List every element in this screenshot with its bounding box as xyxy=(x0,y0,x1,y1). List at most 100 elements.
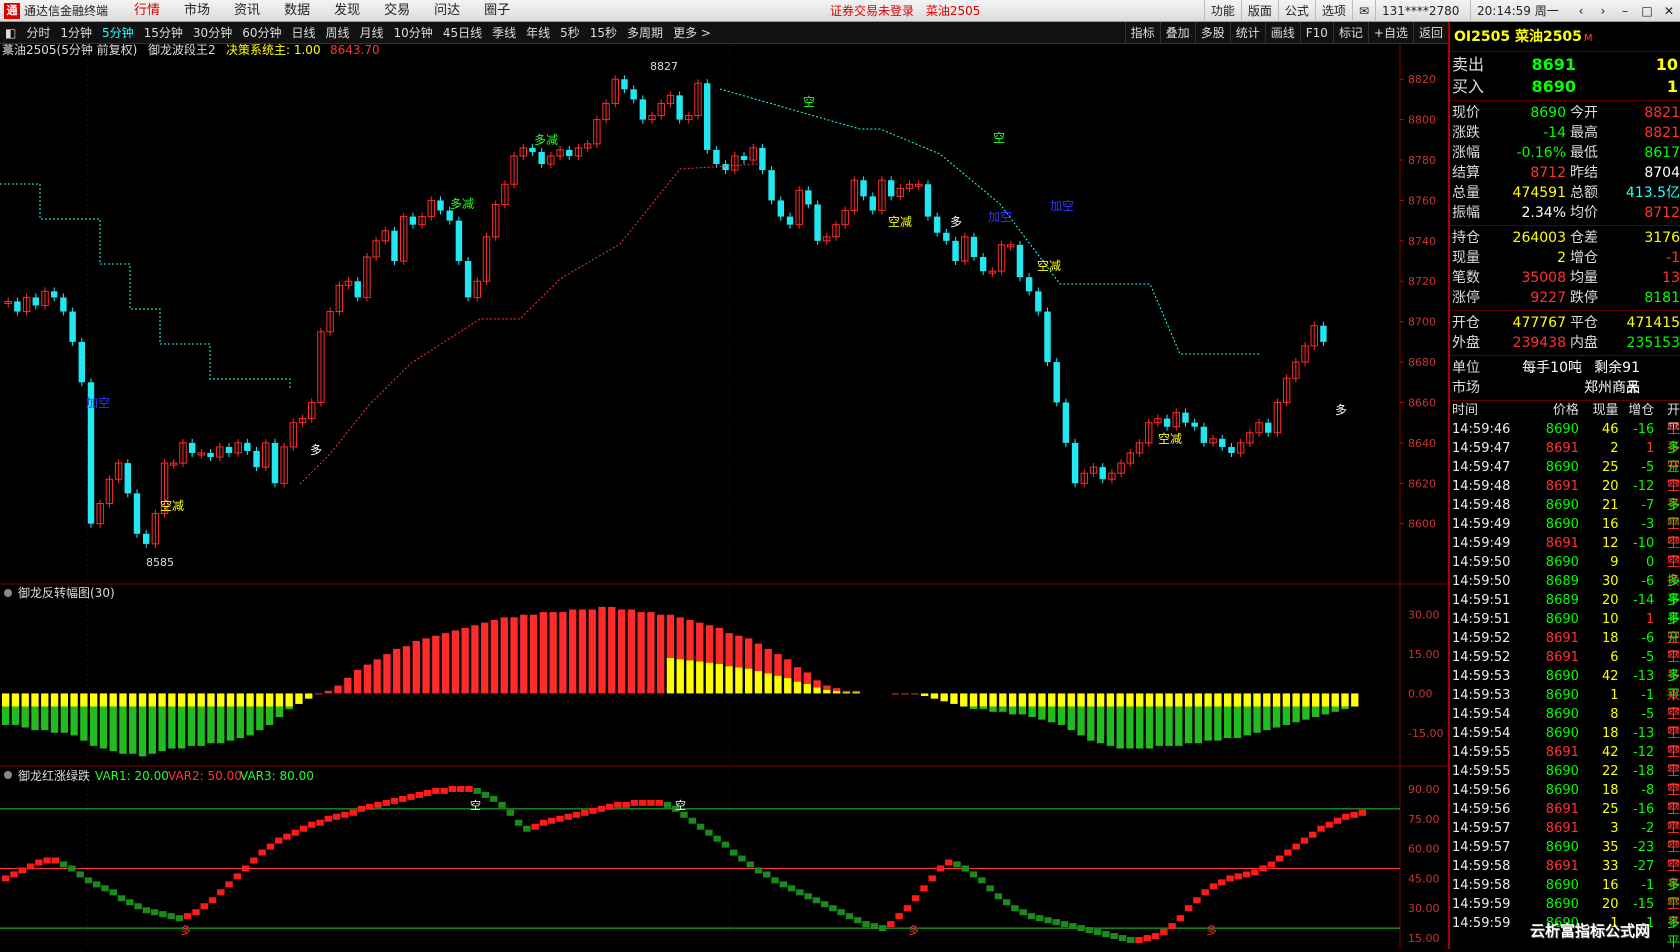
mail-icon[interactable]: ✉ xyxy=(1351,0,1375,22)
tick-row[interactable]: 14:59:51 8689 20 -14 多平 xyxy=(1450,591,1680,627)
tool-button-2[interactable]: 多股 xyxy=(1194,22,1230,44)
reversal-bar-green xyxy=(89,706,98,746)
tick-row[interactable]: 14:59:50 8690 9 0 空换 xyxy=(1450,553,1680,589)
tool-button-1[interactable]: 叠加 xyxy=(1159,22,1195,44)
trend-point-up xyxy=(183,913,192,920)
reversal-bar-red xyxy=(353,669,362,694)
menu-item-4[interactable]: 发现 xyxy=(322,0,372,22)
tick-cell: 12 xyxy=(1602,536,1619,551)
trend-point-up xyxy=(225,881,233,888)
period-tab-16[interactable]: 更多 > xyxy=(668,22,716,44)
reversal-bar-red xyxy=(705,625,714,663)
tool-button-5[interactable]: F10 xyxy=(1299,22,1333,44)
close-icon[interactable]: ✕ xyxy=(1658,0,1680,22)
period-tab-4[interactable]: 30分钟 xyxy=(188,22,237,44)
reversal-bar-yellow xyxy=(999,693,1007,707)
menu-item-6[interactable]: 问达 xyxy=(422,0,472,22)
tick-row[interactable]: 14:59:46 8690 46 -16 空平 xyxy=(1450,420,1680,456)
tick-row[interactable]: 14:59:50 8689 30 -6 多平 xyxy=(1450,572,1680,608)
tool-button-0[interactable]: 指标 xyxy=(1124,22,1160,44)
period-tab-2[interactable]: 5分钟 xyxy=(97,22,139,44)
tick-row[interactable]: 14:59:47 8690 25 -5 空平 xyxy=(1450,458,1680,494)
tick-row[interactable]: 14:59:56 8690 18 -8 空平 xyxy=(1450,781,1680,817)
account-id[interactable]: 131****2780 xyxy=(1375,0,1470,22)
reversal-bar-yellow xyxy=(1282,693,1291,707)
tick-row[interactable]: 14:59:59 8690 20 -15 空平 xyxy=(1450,895,1680,931)
period-tab-7[interactable]: 周线 xyxy=(321,22,355,44)
tick-row[interactable]: 14:59:49 8690 16 -3 空平 xyxy=(1450,515,1680,551)
trend-point-up xyxy=(572,811,581,818)
tick-row[interactable]: 14:59:56 8691 25 -16 空平 xyxy=(1450,800,1680,836)
period-tab-11[interactable]: 季线 xyxy=(487,22,521,44)
tool-button-8[interactable]: 返回 xyxy=(1412,22,1448,44)
menu-layout[interactable]: 版面 xyxy=(1240,0,1278,22)
tick-row[interactable]: 14:59:54 8690 8 -5 空平 xyxy=(1450,705,1680,741)
reversal-bar-yellow xyxy=(1351,693,1359,707)
menu-item-7[interactable]: 圈子 xyxy=(472,0,522,22)
panel-toggle-icon[interactable]: ◧ xyxy=(0,22,21,44)
tick-row[interactable]: 14:59:54 8690 18 -13 空平 xyxy=(1450,724,1680,760)
candle-down xyxy=(566,149,573,156)
period-tab-13[interactable]: 5秒 xyxy=(555,22,585,44)
menu-item-0[interactable]: 行情 xyxy=(122,0,172,22)
menu-item-2[interactable]: 资讯 xyxy=(222,0,272,22)
period-tab-14[interactable]: 15秒 xyxy=(585,22,622,44)
tick-row[interactable]: 14:59:48 8691 20 -12 空平 xyxy=(1450,477,1680,513)
quote-label: 内盘 xyxy=(1570,335,1598,351)
tick-row[interactable]: 14:59:49 8691 12 -10 空平 xyxy=(1450,534,1680,570)
reversal-bar-yellow xyxy=(1341,693,1349,707)
login-notice[interactable]: 证券交易未登录 菜油2505 xyxy=(830,0,988,22)
tick-row[interactable]: 14:59:52 8691 18 -6 空平 xyxy=(1450,629,1680,665)
tick-row[interactable]: 14:59:52 8691 6 -5 空平 xyxy=(1450,648,1680,684)
reversal-bar-red xyxy=(617,609,626,694)
reversal-bar-green xyxy=(1292,706,1300,723)
tool-button-3[interactable]: 统计 xyxy=(1229,22,1265,44)
tick-row[interactable]: 14:59:58 8691 33 -27 空平 xyxy=(1450,857,1680,893)
menu-formula[interactable]: 公式 xyxy=(1277,0,1315,22)
tick-list[interactable]: 时间 价格 现量 增仓 开平 14:59:46 8690 46 -16 空平 14:59:47 869… xyxy=(1450,401,1680,950)
maximize-icon[interactable]: □ xyxy=(1636,0,1658,22)
forward-icon[interactable]: › xyxy=(1592,0,1614,22)
menu-item-1[interactable]: 市场 xyxy=(172,0,222,22)
reversal-bar-green xyxy=(1175,706,1183,746)
period-tab-0[interactable]: 分时 xyxy=(21,22,55,44)
tick-row[interactable]: 14:59:55 8691 42 -12 空平 xyxy=(1450,743,1680,779)
tick-row[interactable]: 14:59:47 8691 2 1 多开 xyxy=(1450,439,1680,475)
tick-row[interactable]: 14:59:53 8690 42 -13 多平 xyxy=(1450,667,1680,703)
tool-button-6[interactable]: 标记 xyxy=(1332,22,1368,44)
minimize-icon[interactable]: – xyxy=(1614,0,1636,22)
tick-row[interactable]: 14:59:48 8690 21 -7 多平 xyxy=(1450,496,1680,532)
reversal-bar-yellow xyxy=(1243,693,1251,707)
chart-area[interactable]: 8820 8800 8780 8760 8740 8720 8700 8680 8660 8640… xyxy=(0,44,1448,949)
period-tab-15[interactable]: 多周期 xyxy=(622,22,668,44)
reversal-bar-green xyxy=(1282,706,1291,725)
trend-point-up xyxy=(448,785,457,792)
tool-button-4[interactable]: 画线 xyxy=(1264,22,1300,44)
period-tab-1[interactable]: 1分钟 xyxy=(55,22,97,44)
notice-login[interactable]: 证券交易未登录 xyxy=(830,4,914,18)
tool-button-7[interactable]: +自选 xyxy=(1367,22,1413,44)
candle-down xyxy=(1016,244,1024,278)
menu-options[interactable]: 选项 xyxy=(1314,0,1352,22)
period-tab-5[interactable]: 60分钟 xyxy=(237,22,286,44)
trend-point-down xyxy=(498,801,506,808)
tick-row[interactable]: 14:59:58 8690 16 -1 多平 xyxy=(1450,876,1680,912)
tick-row[interactable]: 14:59:55 8690 22 -18 空平 xyxy=(1450,762,1680,798)
period-tab-8[interactable]: 月线 xyxy=(355,22,389,44)
menu-item-5[interactable]: 交易 xyxy=(372,0,422,22)
period-tab-9[interactable]: 10分钟 xyxy=(389,22,438,44)
trend-point-up xyxy=(547,817,556,824)
reversal-bar-yellow xyxy=(1302,693,1310,707)
tick-row[interactable]: 14:59:57 8690 35 -23 空平 xyxy=(1450,838,1680,874)
period-tab-6[interactable]: 日线 xyxy=(286,22,320,44)
tick-row[interactable]: 14:59:53 8690 1 -1 双平 xyxy=(1450,686,1680,722)
quote-value: 8617 xyxy=(1644,145,1680,161)
back-icon[interactable]: ‹ xyxy=(1570,0,1592,22)
tick-row[interactable]: 14:59:57 8691 3 -2 空平 xyxy=(1450,819,1680,855)
menu-function[interactable]: 功能 xyxy=(1203,0,1241,22)
tick-row[interactable]: 14:59:51 8690 10 1 多开 xyxy=(1450,610,1680,646)
period-tab-12[interactable]: 年线 xyxy=(521,22,555,44)
period-tab-3[interactable]: 15分钟 xyxy=(139,22,188,44)
period-tab-10[interactable]: 45日线 xyxy=(438,22,487,44)
menu-item-3[interactable]: 数据 xyxy=(272,0,322,22)
